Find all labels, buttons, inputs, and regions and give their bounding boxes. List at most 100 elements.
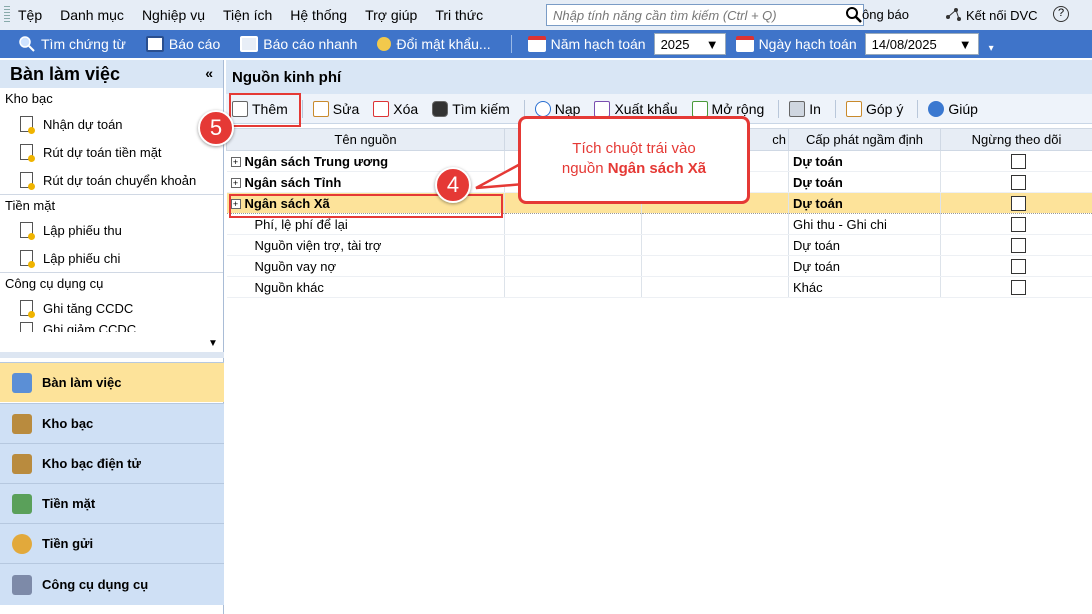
change-password-button[interactable]: Đổi mật khẩu...	[377, 36, 491, 52]
export-button[interactable]: Xuất khẩu	[594, 100, 678, 117]
stop-tracking-checkbox[interactable]	[1011, 258, 1026, 274]
action-divider	[834, 99, 836, 118]
nav-label: Công cụ dụng cụ	[42, 577, 149, 592]
nav-label: Tiền gửi	[42, 536, 94, 551]
step-badge-4: 4	[435, 167, 471, 203]
row-cell	[641, 255, 789, 277]
col-cap-phat[interactable]: Cấp phát ngầm định	[788, 128, 941, 151]
row-name: Ngân sách Tỉnh	[244, 174, 342, 190]
nav-cong-cu-dung-cu[interactable]: Công cụ dụng cụ	[0, 563, 224, 605]
search-label: Tìm kiếm	[452, 100, 510, 117]
date-label: Ngày hạch toán	[758, 36, 857, 52]
feedback-icon	[845, 100, 862, 117]
stop-tracking-checkbox[interactable]	[1011, 195, 1026, 211]
edit-button[interactable]: Sửa	[312, 100, 360, 117]
group-kho-bac: Kho bạc	[5, 91, 53, 106]
quick-report-button[interactable]: Báo cáo nhanh	[240, 36, 357, 52]
document-icon	[20, 116, 35, 134]
printer-icon	[789, 100, 806, 117]
quick-report-icon	[240, 36, 259, 52]
link-nhan-du-toan[interactable]: Nhận dự toán	[0, 110, 223, 138]
row-name: Nguồn vay nợ	[226, 255, 505, 277]
document-icon	[20, 250, 35, 268]
notification-link[interactable]: ông báo	[862, 7, 909, 22]
menu-tri-thuc[interactable]: Tri thức	[435, 7, 483, 23]
table-row[interactable]: Nguồn viện trợ, tài trợ Dự toán	[226, 234, 1092, 256]
help-circle-icon[interactable]: ?	[1053, 6, 1069, 22]
nav-kho-bac[interactable]: Kho bạc	[0, 403, 224, 443]
year-select[interactable]: 2025 ▼	[653, 33, 726, 55]
expand-button[interactable]: Mở rộng	[691, 100, 764, 117]
stop-tracking-checkbox[interactable]	[1011, 153, 1026, 169]
year-label: Năm hạch toán	[550, 36, 646, 52]
find-voucher-button[interactable]: Tìm chứng từ	[18, 36, 126, 52]
link-label: Nhận dự toán	[43, 116, 123, 132]
link-lap-phieu-thu[interactable]: Lập phiếu thu	[0, 216, 223, 244]
document-icon	[20, 300, 35, 318]
scroll-down-icon[interactable]: ▼	[208, 338, 218, 349]
callout-line-1: Tích chuột trái vào	[572, 140, 696, 157]
menu-he-thong[interactable]: Hệ thống	[290, 7, 347, 23]
link-rut-du-toan-chuyen-khoan[interactable]: Rút dự toán chuyển khoản	[0, 166, 223, 194]
menu-tro-giup[interactable]: Trợ giúp	[365, 7, 417, 23]
dvc-connect-link[interactable]: Kết nối DVC	[944, 7, 1038, 23]
action-divider	[523, 99, 525, 118]
menu-tien-ich[interactable]: Tiện ích	[223, 7, 272, 23]
date-picker[interactable]: 14/08/2025 ▼	[864, 33, 979, 55]
expand-plus-icon[interactable]: +	[230, 157, 241, 168]
delete-icon	[373, 100, 390, 117]
reload-button[interactable]: Nạp	[534, 100, 580, 117]
link-lap-phieu-chi[interactable]: Lập phiếu chi	[0, 244, 223, 272]
expand-plus-icon[interactable]: +	[230, 178, 241, 189]
search-button[interactable]: Tìm kiếm	[432, 100, 510, 117]
nav-tien-mat[interactable]: Tiền mặt	[0, 483, 224, 523]
print-button[interactable]: In	[789, 100, 821, 117]
menu-tep[interactable]: Tệp	[18, 7, 42, 23]
feedback-button[interactable]: Góp ý	[845, 100, 903, 117]
stop-tracking-checkbox[interactable]	[1011, 216, 1026, 232]
row-cap: Dự toán	[788, 255, 941, 277]
report-label: Báo cáo	[168, 36, 221, 52]
link-label: Rút dự toán tiền mặt	[43, 144, 162, 160]
link-ghi-giam-ccdc[interactable]: Ghi giảm CCDC	[0, 322, 223, 332]
action-divider	[301, 99, 303, 118]
search-icon[interactable]	[845, 6, 863, 24]
help-label: Giúp	[948, 100, 978, 117]
menu-danh-muc[interactable]: Danh mục	[60, 7, 124, 23]
feature-search-input[interactable]: Nhập tính năng cần tìm kiếm (Ctrl + Q)	[546, 4, 864, 26]
menu-nghiep-vu[interactable]: Nghiệp vụ	[142, 7, 205, 23]
nav-kho-bac-dien-tu[interactable]: Kho bạc điện tử	[0, 443, 224, 483]
quick-toolbar: Tìm chứng từ Báo cáo Báo cáo nhanh Đổi m…	[0, 30, 1092, 58]
stop-tracking-checkbox[interactable]	[1011, 279, 1026, 295]
col-ten-nguon[interactable]: Tên nguồn	[226, 128, 505, 151]
row-cap: Ghi thu - Ghi chi	[788, 213, 941, 235]
report-button[interactable]: Báo cáo	[145, 36, 221, 52]
edit-label: Sửa	[332, 100, 360, 117]
help-button[interactable]: Giúp	[928, 100, 978, 117]
document-icon	[20, 144, 35, 162]
tree-icon	[691, 100, 708, 117]
export-label: Xuất khẩu	[614, 100, 678, 117]
toolbar-overflow-icon[interactable]: ▾	[989, 43, 994, 54]
change-password-label: Đổi mật khẩu...	[396, 36, 491, 52]
link-ghi-tang-ccdc[interactable]: Ghi tăng CCDC	[0, 294, 223, 322]
link-label: Ghi giảm CCDC	[43, 322, 137, 332]
nav-ban-lam-viec[interactable]: Bàn làm việc	[0, 362, 224, 402]
delete-button[interactable]: Xóa	[373, 100, 418, 117]
row-cell	[641, 234, 789, 256]
row-cap: Dự toán	[788, 234, 941, 256]
col-ngung-theo-doi[interactable]: Ngừng theo dõi	[940, 128, 1092, 151]
row-cell	[504, 213, 642, 235]
bank-icon	[12, 453, 32, 474]
table-row[interactable]: Nguồn vay nợ Dự toán	[226, 255, 1092, 277]
stop-tracking-checkbox[interactable]	[1011, 174, 1026, 190]
stop-tracking-checkbox[interactable]	[1011, 237, 1026, 253]
nav-tien-gui[interactable]: Tiền gửi	[0, 523, 224, 563]
collapse-icon[interactable]: «	[205, 65, 213, 81]
link-rut-du-toan-tien-mat[interactable]: Rút dự toán tiền mặt	[0, 138, 223, 166]
panel-splitter[interactable]	[0, 352, 224, 358]
link-label: Lập phiếu thu	[43, 222, 122, 238]
table-row[interactable]: Nguồn khác Khác	[226, 276, 1092, 298]
date-value: 14/08/2025	[871, 36, 937, 52]
nav-label: Kho bạc điện tử	[42, 456, 141, 471]
